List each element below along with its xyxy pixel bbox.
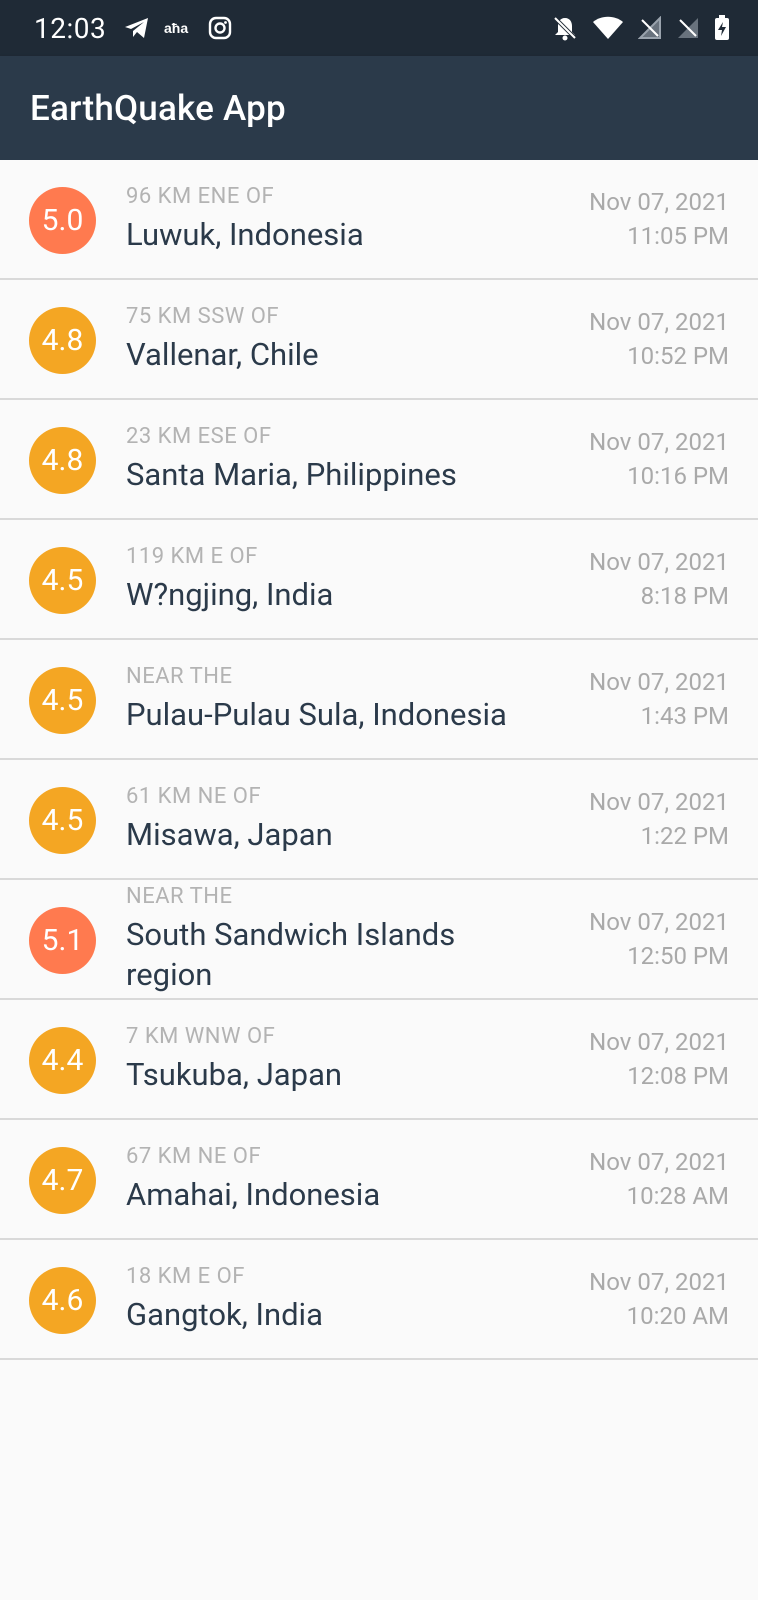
- quake-date: Nov 07, 2021: [589, 1268, 729, 1296]
- quake-time: 10:16 PM: [627, 462, 729, 490]
- status-bar: 12:03 aħa: [0, 0, 758, 56]
- quake-date: Nov 07, 2021: [589, 908, 729, 936]
- magnitude-circle: 4.4: [29, 1027, 96, 1094]
- earthquake-list-item[interactable]: 4.7 67 KM NE OF Amahai, Indonesia Nov 07…: [0, 1120, 758, 1240]
- status-right-icons: [552, 15, 730, 41]
- earthquake-list-item[interactable]: 4.5 119 KM E OF W?ngjing, India Nov 07, …: [0, 520, 758, 640]
- location-offset: 67 KM NE OF: [126, 1144, 262, 1169]
- quake-date: Nov 07, 2021: [589, 1148, 729, 1176]
- earthquake-list-item[interactable]: 4.5 61 KM NE OF Misawa, Japan Nov 07, 20…: [0, 760, 758, 880]
- earthquake-list-item[interactable]: 4.6 18 KM E OF Gangtok, India Nov 07, 20…: [0, 1240, 758, 1360]
- magnitude-circle: 4.5: [29, 667, 96, 734]
- location-offset: 23 KM ESE OF: [126, 424, 272, 449]
- primary-location: Misawa, Japan: [126, 816, 333, 853]
- earthquake-list-item[interactable]: 4.8 75 KM SSW OF Vallenar, Chile Nov 07,…: [0, 280, 758, 400]
- primary-location: Pulau-Pulau Sula, Indonesia: [126, 696, 507, 733]
- quake-date: Nov 07, 2021: [589, 1028, 729, 1056]
- location-block: NEAR THE South Sandwich Islands region: [126, 880, 548, 998]
- location-block: 7 KM WNW OF Tsukuba, Japan: [126, 1000, 548, 1118]
- datetime-block: Nov 07, 2021 10:52 PM: [589, 280, 729, 398]
- magnitude-circle: 4.7: [29, 1147, 96, 1214]
- quake-time: 10:52 PM: [627, 342, 729, 370]
- datetime-block: Nov 07, 2021 10:20 AM: [589, 1240, 729, 1358]
- primary-location: Tsukuba, Japan: [126, 1056, 343, 1093]
- status-left-icons: aħa: [124, 16, 232, 40]
- datetime-block: Nov 07, 2021 1:22 PM: [589, 760, 729, 878]
- magnitude-circle: 4.5: [29, 787, 96, 854]
- quake-time: 12:08 PM: [627, 1062, 729, 1090]
- primary-location: Gangtok, India: [126, 1296, 323, 1333]
- quake-date: Nov 07, 2021: [589, 788, 729, 816]
- wifi-icon: [592, 16, 624, 40]
- battery-charging-icon: [714, 15, 730, 41]
- location-block: 119 KM E OF W?ngjing, India: [126, 520, 548, 638]
- datetime-block: Nov 07, 2021 1:43 PM: [589, 640, 729, 758]
- telegram-icon: [124, 16, 150, 40]
- quake-date: Nov 07, 2021: [589, 428, 729, 456]
- quake-date: Nov 07, 2021: [589, 188, 729, 216]
- quake-date: Nov 07, 2021: [589, 308, 729, 336]
- primary-location: Vallenar, Chile: [126, 336, 319, 373]
- location-block: NEAR THE Pulau-Pulau Sula, Indonesia: [126, 640, 548, 758]
- location-block: 96 KM ENE OF Luwuk, Indonesia: [126, 160, 548, 278]
- quake-time: 12:50 PM: [627, 942, 729, 970]
- primary-location: Luwuk, Indonesia: [126, 216, 364, 253]
- quake-date: Nov 07, 2021: [589, 668, 729, 696]
- primary-location: W?ngjing, India: [126, 576, 334, 613]
- location-offset: 7 KM WNW OF: [126, 1024, 276, 1049]
- magnitude-circle: 5.1: [29, 907, 96, 974]
- language-icon: aħa: [164, 18, 194, 38]
- earthquake-list-item[interactable]: 4.8 23 KM ESE OF Santa Maria, Philippine…: [0, 400, 758, 520]
- app-bar: EarthQuake App: [0, 56, 758, 160]
- datetime-block: Nov 07, 2021 10:16 PM: [589, 400, 729, 518]
- svg-text:aħa: aħa: [164, 20, 188, 36]
- magnitude-circle: 4.5: [29, 547, 96, 614]
- primary-location: South Sandwich Islands region: [126, 916, 456, 993]
- earthquake-list-item[interactable]: 4.4 7 KM WNW OF Tsukuba, Japan Nov 07, 2…: [0, 1000, 758, 1120]
- no-signal-icon: [638, 16, 662, 40]
- location-block: 67 KM NE OF Amahai, Indonesia: [126, 1120, 548, 1238]
- quake-time: 8:18 PM: [640, 582, 729, 610]
- earthquake-list-item[interactable]: 4.5 NEAR THE Pulau-Pulau Sula, Indonesia…: [0, 640, 758, 760]
- datetime-block: Nov 07, 2021 12:50 PM: [589, 880, 729, 998]
- datetime-block: Nov 07, 2021 8:18 PM: [589, 520, 729, 638]
- quake-time: 10:28 AM: [626, 1182, 729, 1210]
- location-offset: 18 KM E OF: [126, 1264, 245, 1289]
- location-block: 61 KM NE OF Misawa, Japan: [126, 760, 548, 878]
- primary-location: Amahai, Indonesia: [126, 1176, 381, 1213]
- location-offset: 119 KM E OF: [126, 544, 258, 569]
- location-offset: 61 KM NE OF: [126, 784, 262, 809]
- earthquake-list-item[interactable]: 5.0 96 KM ENE OF Luwuk, Indonesia Nov 07…: [0, 160, 758, 280]
- muted-bell-icon: [552, 15, 578, 41]
- quake-date: Nov 07, 2021: [589, 548, 729, 576]
- datetime-block: Nov 07, 2021 10:28 AM: [589, 1120, 729, 1238]
- magnitude-circle: 4.6: [29, 1267, 96, 1334]
- primary-location: Santa Maria, Philippines: [126, 456, 457, 493]
- quake-time: 11:05 PM: [627, 222, 729, 250]
- datetime-block: Nov 07, 2021 12:08 PM: [589, 1000, 729, 1118]
- location-offset: 75 KM SSW OF: [126, 304, 280, 329]
- magnitude-circle: 4.8: [29, 427, 96, 494]
- datetime-block: Nov 07, 2021 11:05 PM: [589, 160, 729, 278]
- location-block: 75 KM SSW OF Vallenar, Chile: [126, 280, 548, 398]
- quake-time: 1:22 PM: [640, 822, 729, 850]
- status-time: 12:03: [34, 11, 107, 45]
- location-offset: 96 KM ENE OF: [126, 184, 275, 209]
- earthquake-list: 5.0 96 KM ENE OF Luwuk, Indonesia Nov 07…: [0, 160, 758, 1360]
- quake-time: 1:43 PM: [640, 702, 729, 730]
- location-block: 23 KM ESE OF Santa Maria, Philippines: [126, 400, 548, 518]
- app-title: EarthQuake App: [30, 87, 286, 129]
- earthquake-list-item[interactable]: 5.1 NEAR THE South Sandwich Islands regi…: [0, 880, 758, 1000]
- instagram-icon: [208, 16, 232, 40]
- location-offset: NEAR THE: [126, 664, 233, 689]
- location-block: 18 KM E OF Gangtok, India: [126, 1240, 548, 1358]
- quake-time: 10:20 AM: [626, 1302, 729, 1330]
- location-offset: NEAR THE: [126, 884, 233, 909]
- no-signal-icon: [676, 16, 700, 40]
- magnitude-circle: 5.0: [29, 187, 96, 254]
- magnitude-circle: 4.8: [29, 307, 96, 374]
